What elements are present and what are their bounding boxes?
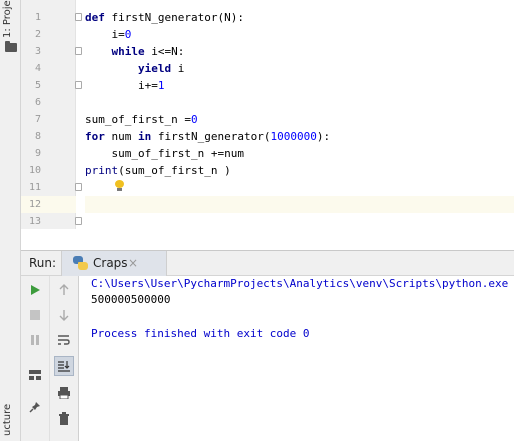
close-icon[interactable]: ×	[128, 256, 138, 270]
code-line[interactable]	[85, 179, 514, 196]
print-icon[interactable]	[54, 383, 74, 403]
code-area[interactable]: def firstN_generator(N): i=0 while i<=N:…	[77, 0, 514, 229]
layout-icon[interactable]	[25, 365, 45, 385]
console-output[interactable]: C:\Users\User\PycharmProjects\Analytics\…	[91, 276, 514, 441]
line-number: 4	[34, 63, 41, 74]
line-number: 8	[34, 131, 41, 142]
line-number: 2	[34, 29, 41, 40]
python-icon	[73, 256, 88, 270]
line-number: 13	[28, 216, 41, 227]
code-line[interactable]: i=0	[85, 26, 514, 43]
run-tab-craps[interactable]: Craps ×	[61, 251, 167, 276]
code-line[interactable]	[85, 94, 514, 111]
code-line[interactable]: for num in firstN_generator(1000000):	[85, 128, 514, 145]
line-number: 10	[28, 165, 41, 176]
arrow-down-icon[interactable]	[54, 305, 74, 325]
run-toolbar-left	[21, 276, 50, 441]
folder-icon[interactable]	[5, 41, 17, 52]
run-label: Run:	[29, 256, 57, 270]
code-line[interactable]: print(sum_of_first_n )	[85, 162, 514, 179]
line-number: 3	[34, 46, 41, 57]
trash-icon[interactable]	[54, 408, 74, 428]
run-panel-body: C:\Users\User\PycharmProjects\Analytics\…	[21, 276, 514, 441]
run-tab-title: Craps	[93, 256, 128, 270]
code-line[interactable]: i+=1	[85, 77, 514, 94]
code-line[interactable]: while i<=N:	[85, 43, 514, 60]
code-line[interactable]: def firstN_generator(N):	[85, 9, 514, 26]
code-line[interactable]	[85, 196, 514, 213]
console-output-line: 500000500000	[91, 293, 171, 306]
run-toolbar-right	[50, 276, 79, 441]
line-number: 1	[34, 12, 41, 23]
stop-icon[interactable]	[25, 305, 45, 325]
pin-icon[interactable]	[25, 397, 45, 417]
line-number: 9	[34, 148, 41, 159]
line-number: 11	[28, 182, 41, 193]
pause-icon[interactable]	[25, 330, 45, 350]
code-editor[interactable]: 1 2 3 4 5 6 7 8 9 10 11 12 13 def firstN_generator(N…	[21, 0, 514, 229]
line-number: 6	[34, 97, 41, 108]
console-command-line[interactable]: C:\Users\User\PycharmProjects\Analytics\…	[91, 276, 508, 292]
line-number: 7	[34, 114, 41, 125]
line-number: 5	[34, 80, 41, 91]
scroll-to-end-icon[interactable]	[54, 356, 74, 376]
soft-wrap-icon[interactable]	[54, 330, 74, 350]
code-line[interactable]	[85, 213, 514, 230]
structure-tool-tab[interactable]: ucture	[2, 404, 18, 441]
project-tool-tab[interactable]: 1: Proje	[2, 0, 18, 38]
line-number-gutter: 1 2 3 4 5 6 7 8 9 10 11 12 13	[21, 0, 82, 229]
arrow-up-icon[interactable]	[54, 280, 74, 300]
console-process-line: Process finished with exit code 0	[91, 327, 310, 340]
line-number: 12	[28, 199, 41, 210]
lightbulb-icon[interactable]	[114, 180, 124, 192]
left-tool-strip: 1: Proje ucture	[0, 0, 21, 441]
code-line[interactable]: sum_of_first_n +=num	[85, 145, 514, 162]
code-line[interactable]: yield i	[85, 60, 514, 77]
run-panel-header: Run: Craps ×	[21, 250, 514, 276]
code-line[interactable]: sum_of_first_n =0	[85, 111, 514, 128]
rerun-icon[interactable]	[25, 280, 45, 300]
